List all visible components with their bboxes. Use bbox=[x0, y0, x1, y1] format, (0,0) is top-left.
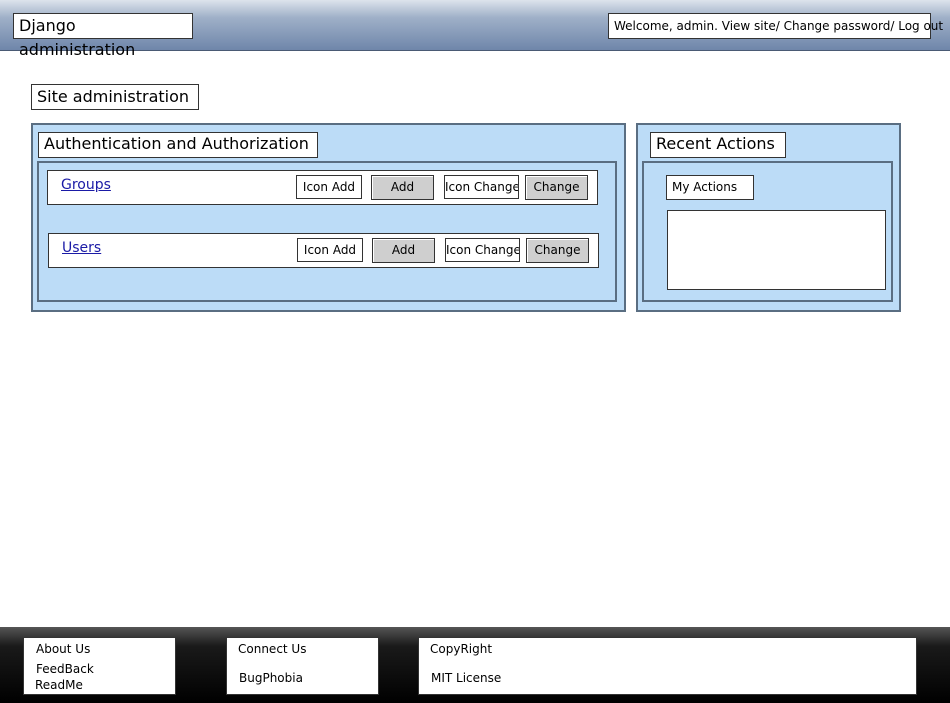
change-password-link[interactable]: Change password/ bbox=[784, 19, 895, 33]
mit-license-link[interactable]: MIT License bbox=[431, 671, 501, 685]
footer-col-about: About Us FeedBack ReadMe bbox=[23, 637, 176, 695]
recent-actions-panel: Recent Actions My Actions bbox=[636, 123, 901, 312]
connect-us-link[interactable]: Connect Us bbox=[238, 642, 306, 656]
add-icon[interactable]: Icon Add bbox=[296, 175, 362, 199]
page-title: Site administration bbox=[31, 84, 199, 110]
change-icon[interactable]: Icon Change bbox=[445, 238, 520, 262]
welcome-text: Welcome, admin. bbox=[614, 19, 718, 33]
about-us-link[interactable]: About Us bbox=[36, 642, 90, 656]
users-link[interactable]: Users bbox=[62, 240, 101, 256]
change-icon[interactable]: Icon Change bbox=[444, 175, 519, 199]
recent-actions-body: My Actions bbox=[642, 161, 893, 302]
site-title: Django administration bbox=[13, 13, 193, 59]
app-title: Authentication and Authorization bbox=[38, 132, 318, 158]
view-site-link[interactable]: View site/ bbox=[722, 19, 780, 33]
groups-change-button[interactable]: Change bbox=[525, 175, 588, 200]
users-add-button[interactable]: Add bbox=[372, 238, 435, 263]
bugphobia-link[interactable]: BugPhobia bbox=[239, 671, 303, 685]
feedback-link[interactable]: FeedBack bbox=[36, 662, 94, 676]
user-tools: Welcome, admin. View site/ Change passwo… bbox=[608, 13, 943, 39]
model-row-groups: Groups Icon Add Add Icon Change Change bbox=[47, 170, 598, 205]
readme-link[interactable]: ReadMe bbox=[35, 678, 83, 692]
admin-page: Django administration Welcome, admin. Vi… bbox=[0, 0, 950, 703]
users-change-button[interactable]: Change bbox=[526, 238, 589, 263]
add-icon[interactable]: Icon Add bbox=[297, 238, 363, 262]
footer-col-license: CopyRight MIT License bbox=[418, 637, 917, 695]
model-row-users: Users Icon Add Add Icon Change Change bbox=[48, 233, 599, 268]
recent-actions-title: Recent Actions bbox=[650, 132, 786, 158]
groups-add-button[interactable]: Add bbox=[371, 175, 434, 200]
logout-link[interactable]: Log out bbox=[898, 19, 943, 33]
footer-col-connect: Connect Us BugPhobia bbox=[226, 637, 379, 695]
my-actions-label: My Actions bbox=[666, 175, 754, 200]
footer-bar: About Us FeedBack ReadMe Connect Us BugP… bbox=[0, 627, 950, 703]
groups-link[interactable]: Groups bbox=[61, 177, 111, 193]
model-list: Groups Icon Add Add Icon Change Change U… bbox=[37, 161, 617, 302]
copyright-link[interactable]: CopyRight bbox=[430, 642, 492, 656]
header-bar: Django administration Welcome, admin. Vi… bbox=[0, 0, 950, 59]
recent-actions-list bbox=[667, 210, 886, 290]
app-module-auth: Authentication and Authorization Groups … bbox=[31, 123, 626, 312]
